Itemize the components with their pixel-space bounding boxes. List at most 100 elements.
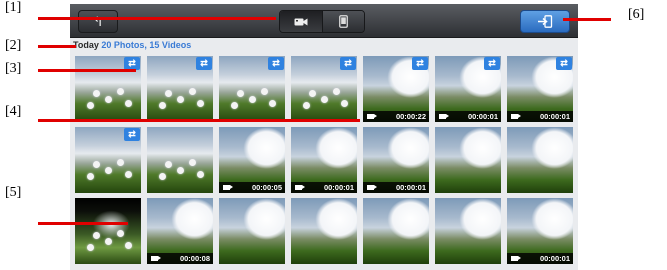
flower-detail: [309, 90, 316, 97]
video-thumbnail[interactable]: [435, 198, 501, 264]
flower-detail: [231, 102, 238, 109]
flower-detail: [93, 90, 100, 97]
video-duration: 00:00:01: [395, 183, 426, 192]
photo-thumbnail[interactable]: ⇄: [291, 56, 357, 122]
photo-thumbnail[interactable]: [75, 198, 141, 264]
flower-detail: [261, 88, 268, 95]
video-thumbnail[interactable]: [435, 127, 501, 193]
photo-thumbnail[interactable]: ⇄: [75, 127, 141, 193]
video-info-bar: 00:00:22: [363, 111, 429, 122]
video-thumbnail[interactable]: [219, 198, 285, 264]
date-summary: Today 20 Photos, 15 Videos: [73, 40, 191, 50]
sync-icon: ⇄: [340, 57, 356, 70]
flower-detail: [125, 100, 132, 107]
top-toolbar: ↰: [70, 4, 578, 38]
flower-detail: [87, 244, 94, 251]
flower-detail: [159, 173, 166, 180]
flower-detail: [197, 171, 204, 178]
video-thumbnail[interactable]: [291, 198, 357, 264]
sync-icon: ⇄: [196, 57, 212, 70]
sync-icon: ⇄: [124, 128, 140, 141]
video-camera-icon: [151, 256, 161, 261]
flower-detail: [177, 96, 184, 103]
video-camera-icon: [294, 18, 308, 25]
flower-detail: [303, 102, 310, 109]
callout-line-2: [38, 45, 76, 48]
flower-detail: [117, 230, 124, 237]
media-count: 20 Photos, 15 Videos: [101, 40, 192, 50]
sync-icon: ⇄: [556, 57, 572, 70]
segment-camera[interactable]: [280, 11, 323, 32]
video-duration: 00:00:01: [539, 254, 570, 263]
video-thumbnail[interactable]: [507, 127, 573, 193]
import-button[interactable]: [520, 10, 570, 33]
video-thumbnail[interactable]: 00:00:08: [147, 198, 213, 264]
date-label: Today: [73, 40, 99, 50]
flower-detail: [105, 167, 112, 174]
video-thumbnail[interactable]: ⇄ 00:00:22: [363, 56, 429, 122]
video-info-bar: 00:00:01: [291, 182, 357, 193]
flower-detail: [159, 102, 166, 109]
video-thumbnail[interactable]: ⇄ 00:00:01: [507, 56, 573, 122]
grid-row: ⇄ ⇄ ⇄ ⇄ ⇄ 00:00:22 ⇄ 00:00:01 ⇄ 00:00:01: [75, 56, 575, 122]
flower-detail: [165, 161, 172, 168]
photo-thumbnail[interactable]: ⇄: [147, 56, 213, 122]
callout-2: [2]: [5, 38, 22, 53]
video-camera-icon: [367, 185, 377, 190]
video-thumbnail[interactable]: 00:00:01: [507, 198, 573, 264]
video-info-bar: 00:00:01: [435, 111, 501, 122]
sync-icon: ⇄: [268, 57, 284, 70]
video-camera-icon: [511, 256, 521, 261]
phone-icon: [338, 15, 348, 28]
flower-detail: [269, 100, 276, 107]
back-arrow-icon: ↰: [92, 13, 104, 29]
photo-thumbnail[interactable]: ⇄: [219, 56, 285, 122]
video-info-bar: 00:00:01: [507, 253, 573, 264]
flower-detail: [93, 232, 100, 239]
video-info-bar: 00:00:01: [363, 182, 429, 193]
callout-line-4: [38, 119, 360, 122]
video-duration: 00:00:08: [179, 254, 210, 263]
video-thumbnail[interactable]: 00:00:01: [291, 127, 357, 193]
grid-row: 00:00:08 00:00:01: [75, 198, 575, 264]
callout-line-6: [563, 18, 611, 21]
video-info-bar: 00:00:01: [507, 111, 573, 122]
app-screen: ↰ Today 20 Photos, 15 Videos ⇄ ⇄ ⇄ ⇄ ⇄ 0…: [70, 4, 578, 270]
video-thumbnail[interactable]: [363, 198, 429, 264]
callout-line-3: [38, 69, 136, 72]
grid-row: ⇄ 00:00:05 00:00:01 00:00:01: [75, 127, 575, 193]
flower-detail: [165, 90, 172, 97]
video-duration: 00:00:01: [539, 112, 570, 121]
flower-detail: [117, 159, 124, 166]
callout-1: [1]: [5, 0, 22, 15]
flower-detail: [249, 96, 256, 103]
sync-icon: ⇄: [484, 57, 500, 70]
video-duration: 00:00:22: [395, 112, 426, 121]
flower-detail: [177, 167, 184, 174]
flower-detail: [87, 102, 94, 109]
video-info-bar: 00:00:08: [147, 253, 213, 264]
photo-thumbnail[interactable]: ⇄: [75, 56, 141, 122]
back-button[interactable]: ↰: [78, 10, 118, 33]
flower-detail: [105, 238, 112, 245]
callout-5: [5]: [5, 185, 22, 200]
flower-detail: [125, 171, 132, 178]
video-thumbnail[interactable]: 00:00:05: [219, 127, 285, 193]
video-duration: 00:00:01: [467, 112, 498, 121]
video-camera-icon: [223, 185, 233, 190]
flower-detail: [117, 88, 124, 95]
flower-detail: [87, 173, 94, 180]
flower-detail: [93, 161, 100, 168]
flower-detail: [189, 88, 196, 95]
video-thumbnail[interactable]: ⇄ 00:00:01: [435, 56, 501, 122]
photo-thumbnail[interactable]: [147, 127, 213, 193]
sync-icon: ⇄: [412, 57, 428, 70]
video-thumbnail[interactable]: 00:00:01: [363, 127, 429, 193]
video-duration: 00:00:05: [251, 183, 282, 192]
flower-detail: [333, 88, 340, 95]
flower-detail: [105, 96, 112, 103]
video-duration: 00:00:01: [323, 183, 354, 192]
flower-detail: [237, 90, 244, 97]
segment-phone[interactable]: [322, 11, 364, 32]
video-info-bar: 00:00:05: [219, 182, 285, 193]
